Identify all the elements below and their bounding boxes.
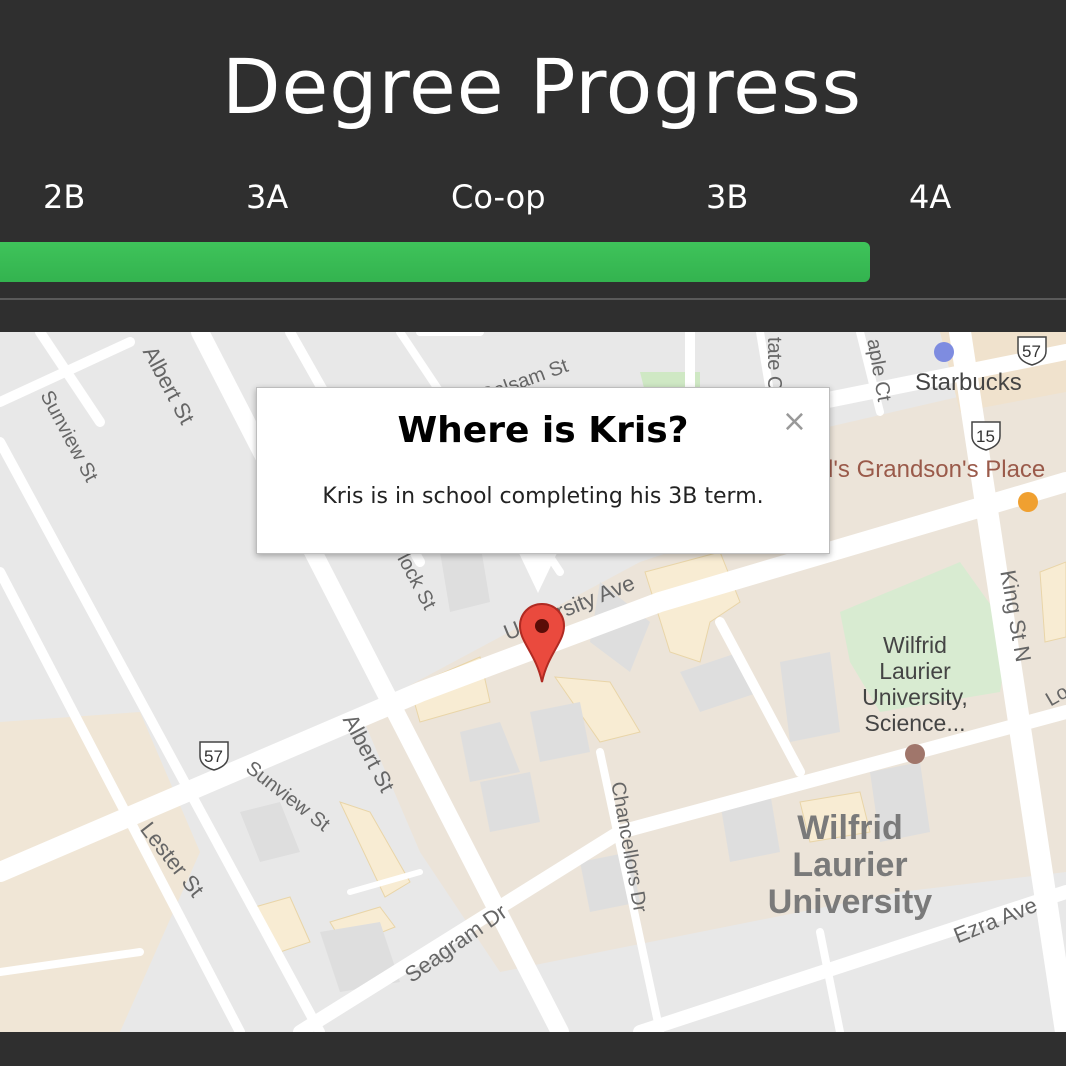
poi-starbucks[interactable]: Starbucks — [915, 369, 1022, 397]
term-3b: 3B — [706, 178, 749, 216]
info-popup: Where is Kris? Kris is in school complet… — [256, 387, 830, 554]
poi-grandsons-place[interactable]: l's Grandson's Place — [828, 456, 1045, 484]
term-3a: 3A — [246, 178, 289, 216]
route-57-label-bottom: 57 — [204, 747, 223, 766]
route-57-label: 57 — [1022, 342, 1041, 361]
poi-wlu-line3: University — [767, 883, 933, 921]
poi-wlu-line2: Laurier — [792, 846, 908, 884]
footer — [0, 1032, 1066, 1066]
poi-wlu-science-line2: Laurier — [879, 658, 951, 684]
term-4a: 4A — [909, 178, 952, 216]
poi-wlu-science-line4: Science... — [864, 710, 966, 736]
progress-track — [0, 242, 1066, 282]
poi-wlu-campus[interactable]: Wilfrid Laurier University — [760, 810, 940, 921]
term-labels: 2B 3A Co-op 3B 4A — [0, 178, 1066, 224]
poi-wlu-science-line3: University, — [862, 684, 968, 710]
popup-title: Where is Kris? — [397, 410, 689, 451]
poi-wlu-line1: Wilfrid — [797, 809, 903, 847]
popup-tail — [518, 551, 558, 593]
progress-bar-fill — [0, 242, 870, 282]
street-label-state: tate C — [763, 337, 785, 391]
page-title: Degree Progress — [221, 42, 863, 131]
term-coop: Co-op — [451, 178, 546, 216]
route-15-label: 15 — [976, 427, 995, 446]
poi-wlu-science-line1: Wilfrid — [883, 632, 947, 658]
map-pin-icon[interactable] — [518, 602, 566, 684]
close-icon[interactable]: × — [782, 404, 807, 439]
poi-wlu-science[interactable]: Wilfrid Laurier University, Science... — [850, 632, 980, 736]
popup-text: Kris is in school completing his 3B term… — [322, 484, 764, 509]
divider — [0, 298, 1066, 300]
header: Degree Progress 2B 3A Co-op 3B 4A — [0, 0, 1066, 332]
term-2b: 2B — [43, 178, 86, 216]
